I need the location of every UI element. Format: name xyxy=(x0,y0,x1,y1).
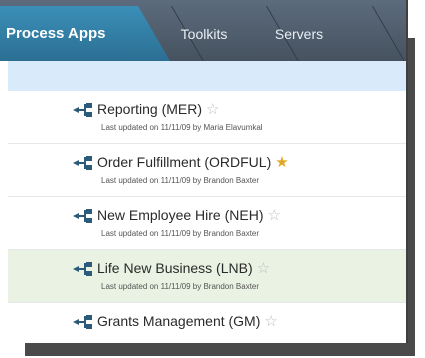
app-title[interactable]: Grants Management (GM) xyxy=(97,313,260,329)
star-outline-icon[interactable]: ☆ xyxy=(264,314,277,329)
process-app-icon xyxy=(73,262,92,276)
tab-divider xyxy=(372,6,405,61)
app-last-updated: Last updated on 11/11/09 by Brandon Baxt… xyxy=(101,229,260,238)
process-apps-panel: Process Apps Toolkits Servers Reporting … xyxy=(0,0,408,343)
process-app-icon xyxy=(73,315,92,329)
app-last-updated: Last updated on 11/11/09 by Brandon Baxt… xyxy=(101,176,260,185)
list-item[interactable]: Grants Management (GM) ☆ xyxy=(8,303,406,343)
tab-process-apps[interactable]: Process Apps xyxy=(0,6,170,61)
app-last-updated: Last updated on 11/11/09 by Brandon Baxt… xyxy=(101,282,260,291)
star-outline-icon[interactable]: ☆ xyxy=(206,102,219,117)
list-item-highlighted[interactable]: Life New Business (LNB) ☆ Last updated on… xyxy=(8,250,406,303)
app-title[interactable]: Order Fulfillment (ORDFUL) xyxy=(97,154,271,170)
tab-bar: Process Apps Toolkits Servers xyxy=(0,0,406,61)
list-toolbar xyxy=(8,61,406,91)
tab-label: Toolkits xyxy=(180,25,228,42)
process-app-icon xyxy=(73,156,92,170)
app-title-row: Life New Business (LNB) ☆ xyxy=(97,260,270,276)
list-item[interactable]: Reporting (MER) ☆ Last updated on 11/11/0… xyxy=(8,91,406,144)
app-title-row: New Employee Hire (NEH) ☆ xyxy=(97,207,281,223)
tab-label: Process Apps xyxy=(6,25,106,42)
app-title-row: Order Fulfillment (ORDFUL) ★ xyxy=(97,154,289,170)
list-item[interactable]: New Employee Hire (NEH) ☆ Last updated on… xyxy=(8,197,406,250)
tab-servers[interactable]: Servers xyxy=(236,6,362,61)
app-title[interactable]: Reporting (MER) xyxy=(97,101,202,117)
list-item[interactable]: Order Fulfillment (ORDFUL) ★ Last updated… xyxy=(8,144,406,197)
app-title[interactable]: Life New Business (LNB) xyxy=(97,260,253,276)
process-app-icon xyxy=(73,209,92,223)
tab-label: Servers xyxy=(274,25,324,42)
star-filled-icon[interactable]: ★ xyxy=(275,155,288,170)
star-outline-icon[interactable]: ☆ xyxy=(257,261,270,276)
star-outline-icon[interactable]: ☆ xyxy=(267,208,280,223)
app-title[interactable]: New Employee Hire (NEH) xyxy=(97,207,263,223)
app-last-updated: Last updated on 11/11/09 by Maria Elavum… xyxy=(101,123,263,132)
app-title-row: Reporting (MER) ☆ xyxy=(97,101,219,117)
app-title-row: Grants Management (GM) ☆ xyxy=(97,313,278,329)
process-app-list: Reporting (MER) ☆ Last updated on 11/11/0… xyxy=(8,91,406,343)
process-app-icon xyxy=(73,103,92,117)
